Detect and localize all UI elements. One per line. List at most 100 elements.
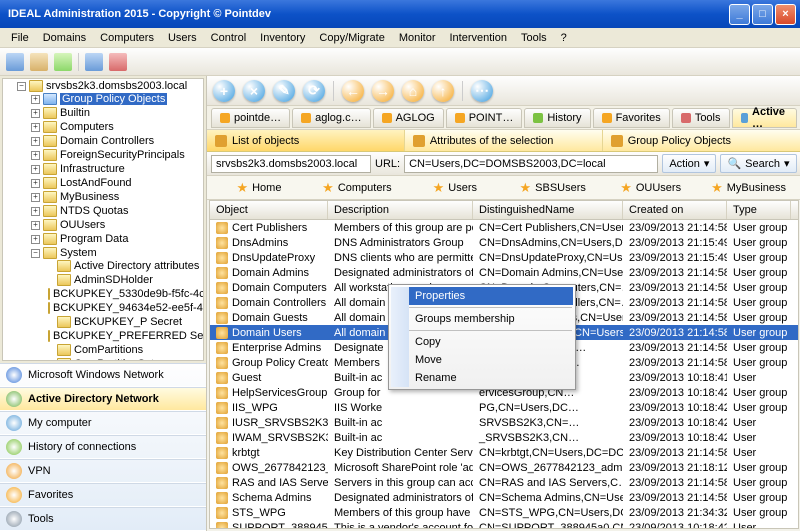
grid-row[interactable]: RAS and IAS ServersServers in this group… <box>210 475 798 490</box>
tab[interactable]: Favorites <box>593 108 670 128</box>
tab[interactable]: History <box>524 108 590 128</box>
category-tab[interactable]: Attributes of the selection <box>405 130 603 151</box>
tool-button[interactable]: ↑ <box>432 80 454 102</box>
tool-button[interactable]: → <box>372 80 394 102</box>
menu-inventory[interactable]: Inventory <box>253 30 312 46</box>
grid-row[interactable]: IIS_WPGIIS WorkePG,CN=Users,DC…23/09/201… <box>210 400 798 415</box>
ctx-properties[interactable]: Properties <box>391 287 573 305</box>
tree-node[interactable]: +LostAndFound <box>31 177 203 189</box>
tab[interactable]: Tools <box>672 108 730 128</box>
tree-node[interactable]: Active Directory attributes <box>45 260 203 272</box>
tree-node[interactable]: BCKUPKEY_P Secret <box>45 316 203 328</box>
category-tab[interactable]: List of objects <box>207 130 405 151</box>
grid-row[interactable]: OWS_2677842123_adminMicrosoft SharePoint… <box>210 460 798 475</box>
tool-button[interactable]: × <box>243 80 265 102</box>
toolbar-icon[interactable] <box>109 53 127 71</box>
fav-tab[interactable]: ★MyBusiness <box>701 178 797 198</box>
accordion-my-computer[interactable]: My computer <box>0 411 206 435</box>
tree-node[interactable]: −System <box>31 247 203 259</box>
tree-node[interactable]: +Infrastructure <box>31 163 203 175</box>
menu-tools[interactable]: Tools <box>514 30 554 46</box>
maximize-button[interactable]: □ <box>752 4 773 25</box>
tool-button[interactable]: ← <box>342 80 364 102</box>
tree-node[interactable]: +Builtin <box>31 107 203 119</box>
tree-node[interactable]: ComPartitionSets <box>45 358 203 361</box>
tree-node[interactable]: +ForeignSecurityPrincipals <box>31 149 203 161</box>
grid-row[interactable]: SUPPORT_388945a0This is a vendor's accou… <box>210 520 798 529</box>
column-header[interactable]: Type <box>727 201 791 219</box>
tab[interactable]: aglog.c… <box>292 108 370 128</box>
menu-users[interactable]: Users <box>161 30 204 46</box>
menu-intervention[interactable]: Intervention <box>443 30 514 46</box>
menu-copy/migrate[interactable]: Copy/Migrate <box>312 30 391 46</box>
tool-button[interactable]: ✎ <box>273 80 295 102</box>
tool-button[interactable]: ⋯ <box>471 80 493 102</box>
ctx-rename[interactable]: Rename <box>391 369 573 387</box>
tree-node[interactable]: +Program Data <box>31 233 203 245</box>
fav-tab[interactable]: ★Computers <box>309 178 405 198</box>
grid-row[interactable]: Domain AdminsDesignated administrators o… <box>210 265 798 280</box>
accordion-microsoft-windows-network[interactable]: Microsoft Windows Network <box>0 363 206 387</box>
toolbar-icon[interactable] <box>85 53 103 71</box>
menu-computers[interactable]: Computers <box>93 30 161 46</box>
column-header[interactable]: DistinguishedName <box>473 201 623 219</box>
accordion-favorites[interactable]: Favorites <box>0 483 206 507</box>
fav-tab[interactable]: ★Users <box>407 178 503 198</box>
tree-node[interactable]: BCKUPKEY_PREFERRED Secret <box>45 330 203 342</box>
tree-node[interactable]: +NTDS Quotas <box>31 205 203 217</box>
column-header[interactable]: Object <box>210 201 328 219</box>
fav-tab[interactable]: ★Home <box>211 178 307 198</box>
grid-row[interactable]: DnsAdminsDNS Administrators GroupCN=DnsA… <box>210 235 798 250</box>
close-button[interactable]: × <box>775 4 796 25</box>
grid-row[interactable]: krbtgtKey Distribution Center Servic…CN=… <box>210 445 798 460</box>
tree-node[interactable]: +Domain Controllers <box>31 135 203 147</box>
tool-button[interactable]: ⟳ <box>303 80 325 102</box>
tree-node[interactable]: AdminSDHolder <box>45 274 203 286</box>
tab[interactable]: pointde… <box>211 108 290 128</box>
action-dropdown[interactable]: Action▾ <box>662 154 716 173</box>
ctx-groups-membership[interactable]: Groups membership <box>391 310 573 328</box>
grid-row[interactable]: Schema AdminsDesignated administrators o… <box>210 490 798 505</box>
accordion-tools[interactable]: Tools <box>0 507 206 531</box>
accordion-active-directory-network[interactable]: Active Directory Network <box>0 387 206 411</box>
fav-tab[interactable]: ★OUUsers <box>603 178 699 198</box>
tab[interactable]: POINT… <box>446 108 523 128</box>
column-header[interactable]: Created on <box>623 201 727 219</box>
toolbar-icon[interactable] <box>30 53 48 71</box>
ctx-copy[interactable]: Copy <box>391 333 573 351</box>
tree-node[interactable]: +MyBusiness <box>31 191 203 203</box>
tree-view[interactable]: −srvsbs2k3.domsbs2003.local+Group Policy… <box>2 78 204 361</box>
fav-tab[interactable]: ★SBSUsers <box>505 178 601 198</box>
tool-button[interactable]: ⌂ <box>402 80 424 102</box>
toolbar-icon[interactable] <box>6 53 24 71</box>
tool-button[interactable]: + <box>213 80 235 102</box>
tree-node[interactable]: +Group Policy Objects <box>31 93 203 105</box>
search-dropdown[interactable]: 🔍Search▾ <box>720 154 796 173</box>
tree-node[interactable]: BCKUPKEY_94634e52-ee5f-48bb <box>45 302 203 314</box>
accordion-history-of-connections[interactable]: History of connections <box>0 435 206 459</box>
tree-node[interactable]: BCKUPKEY_5330de9b-f5fc-4c5e- <box>45 288 203 300</box>
grid-row[interactable]: IWAM_SRVSBS2K3Built-in ac_SRVSBS2K3,CN…2… <box>210 430 798 445</box>
menu-monitor[interactable]: Monitor <box>392 30 443 46</box>
url-input[interactable] <box>404 155 658 173</box>
tab[interactable]: Active … <box>732 108 797 128</box>
tree-node[interactable]: +OUUsers <box>31 219 203 231</box>
accordion-vpn[interactable]: VPN <box>0 459 206 483</box>
grid-row[interactable]: DnsUpdateProxyDNS clients who are permit… <box>210 250 798 265</box>
menu-domains[interactable]: Domains <box>36 30 93 46</box>
server-input[interactable] <box>211 155 371 173</box>
ctx-move[interactable]: Move <box>391 351 573 369</box>
tree-node[interactable]: ComPartitions <box>45 344 203 356</box>
grid-row[interactable]: IUSR_SRVSBS2K3Built-in acSRVSBS2K3,CN=…2… <box>210 415 798 430</box>
context-menu[interactable]: Properties Groups membership CopyMoveRenam… <box>388 284 576 390</box>
grid-row[interactable]: Cert PublishersMembers of this group are… <box>210 220 798 235</box>
titlebar[interactable]: IDEAL Administration 2015 - Copyright © … <box>0 0 800 28</box>
menu-?[interactable]: ? <box>554 30 574 46</box>
minimize-button[interactable]: _ <box>729 4 750 25</box>
tree-node[interactable]: +Computers <box>31 121 203 133</box>
grid-row[interactable]: STS_WPGMembers of this group have a…CN=S… <box>210 505 798 520</box>
column-header[interactable]: Description <box>328 201 473 219</box>
menu-file[interactable]: File <box>4 30 36 46</box>
category-tab[interactable]: Group Policy Objects <box>603 130 800 151</box>
tab[interactable]: AGLOG <box>373 108 444 128</box>
